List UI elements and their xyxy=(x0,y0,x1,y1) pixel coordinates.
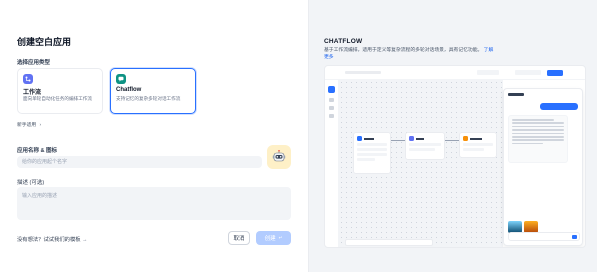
name-icon-label: 应用名称 & 图标 xyxy=(17,148,58,154)
app-type-desc: 支持记忆的复杂多轮对话工作流 xyxy=(116,96,181,101)
preview-answer-node xyxy=(459,132,497,158)
preview-description-text: 基于工作流编排，适用于定义等复杂流程的多轮对话场景，具有记忆功能。 xyxy=(324,48,483,53)
app-type-label: 选择应用类型 xyxy=(17,60,51,66)
preview-canvas xyxy=(339,80,503,247)
workflow-icon xyxy=(23,74,33,84)
app-type-name: Chatflow xyxy=(116,87,142,93)
preview-sidebar xyxy=(325,80,339,247)
template-link-label: 没有想法？试试我们的模板 xyxy=(17,237,81,243)
page-title: 创建空白应用 xyxy=(17,37,72,47)
template-link[interactable]: 没有想法？试试我们的模板 → xyxy=(17,235,87,243)
preview-toolbar xyxy=(345,239,433,246)
create-app-form: 创建空白应用 选择应用类型 工作流 面向单轮自动化任务的编排工作流 Chatfl… xyxy=(0,0,308,272)
app-type-name: 工作流 xyxy=(23,90,42,96)
robot-icon xyxy=(272,150,286,162)
create-label: 创建 xyxy=(264,236,276,242)
enter-key-icon: ↵ xyxy=(278,235,283,240)
preview-chat-panel xyxy=(503,88,583,246)
arrow-right-icon: → xyxy=(82,237,88,243)
cancel-button[interactable]: 取消 xyxy=(228,231,250,245)
preview-heading: CHATFLOW xyxy=(324,38,363,45)
description-label: 描述 (可选) xyxy=(17,180,45,186)
type-preview-panel: CHATFLOW 基于工作流编排，适用于定义等复杂流程的多轮对话场景，具有记忆功… xyxy=(308,0,597,272)
create-button[interactable]: 创建 ↵ xyxy=(256,231,291,245)
app-icon-picker[interactable] xyxy=(267,145,291,169)
chatflow-icon xyxy=(116,74,126,84)
chevron-right-icon: › xyxy=(39,123,42,128)
app-type-workflow-card[interactable]: 工作流 面向单轮自动化任务的编排工作流 xyxy=(17,68,103,114)
preview-start-node xyxy=(353,132,391,174)
beginner-label: 新手适用 xyxy=(17,123,37,128)
preview-description: 基于工作流编排，适用于定义等复杂流程的多轮对话场景，具有记忆功能。 了解更多 xyxy=(324,47,494,61)
preview-llm-node xyxy=(405,132,445,160)
description-textarea[interactable]: 输入应用的描述 xyxy=(17,187,291,220)
app-type-chatflow-card[interactable]: Chatflow 支持记忆的复杂多轮对话工作流 xyxy=(110,68,196,114)
preview-topbar xyxy=(325,66,585,80)
app-name-input[interactable]: 给你的应用起个名字 xyxy=(17,156,262,168)
chatflow-preview-image xyxy=(324,65,586,248)
beginner-toggle[interactable]: 新手适用 › xyxy=(17,121,41,128)
app-type-desc: 面向单轮自动化任务的编排工作流 xyxy=(23,96,92,101)
